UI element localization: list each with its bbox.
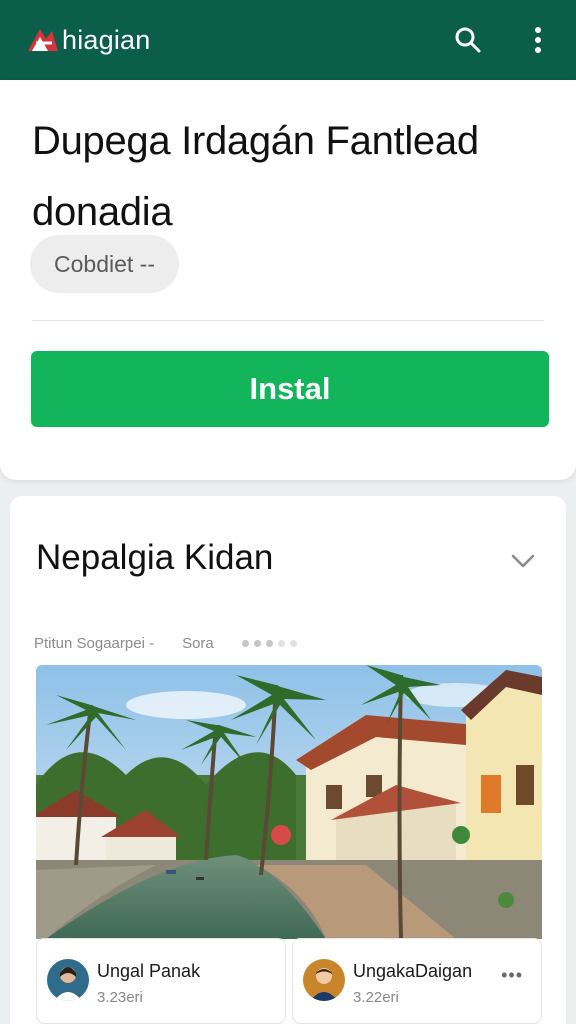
reviewer-name: UngakaDaigan [353,961,473,981]
review-list: Ungal Panak 3.23eri UngakaDaigan 3.22eri… [36,938,542,1024]
overflow-menu-button[interactable] [522,24,554,56]
review-card[interactable]: UngakaDaigan 3.22eri ••• [292,938,542,1024]
review-card[interactable]: Ungal Panak 3.23eri [36,938,286,1024]
reviewer-name: Ungal Panak [97,961,201,981]
section-header-card[interactable]: Nepalgia Kidan [10,496,566,629]
gallery-meta: Ptitun Sogaarpei - Sora [34,635,297,652]
gallery-meta-sort[interactable]: Sora [182,635,214,652]
section-title: Nepalgia Kidan [36,538,274,577]
search-button[interactable] [452,24,484,56]
more-vert-icon [535,27,541,53]
review-time: 3.22eri [353,989,399,1006]
village-canal-photo[interactable] [36,665,542,939]
pagination-dot [241,640,249,647]
pagination-dots[interactable] [241,640,297,647]
category-chip[interactable]: Cobdiet -- [30,235,179,293]
avatar [303,959,345,1001]
search-icon [455,27,481,53]
install-button[interactable]: Instal [31,351,549,427]
app-header: hiagian [0,0,576,80]
review-more-button[interactable]: ••• [501,965,523,986]
avatar [47,959,89,1001]
pagination-dot [277,640,285,647]
app-details-card: Dupega Irdagán Fantlead donadia Cobdiet … [0,80,576,480]
pagination-dot [265,640,273,647]
pagination-dot [253,640,261,647]
pagination-dot [289,640,297,647]
review-time: 3.23eri [97,989,143,1006]
app-title: Dupega Irdagán Fantlead donadia [32,119,479,235]
brand-logo-icon [28,29,58,51]
brand-logo[interactable]: hiagian [26,23,150,57]
chevron-down-icon[interactable] [508,546,538,576]
gallery-meta-sort-label: Sora [182,635,214,652]
divider [32,320,544,321]
gallery-meta-source: Ptitun Sogaarpei - [34,635,155,652]
brand-name: hiagian [62,24,151,55]
